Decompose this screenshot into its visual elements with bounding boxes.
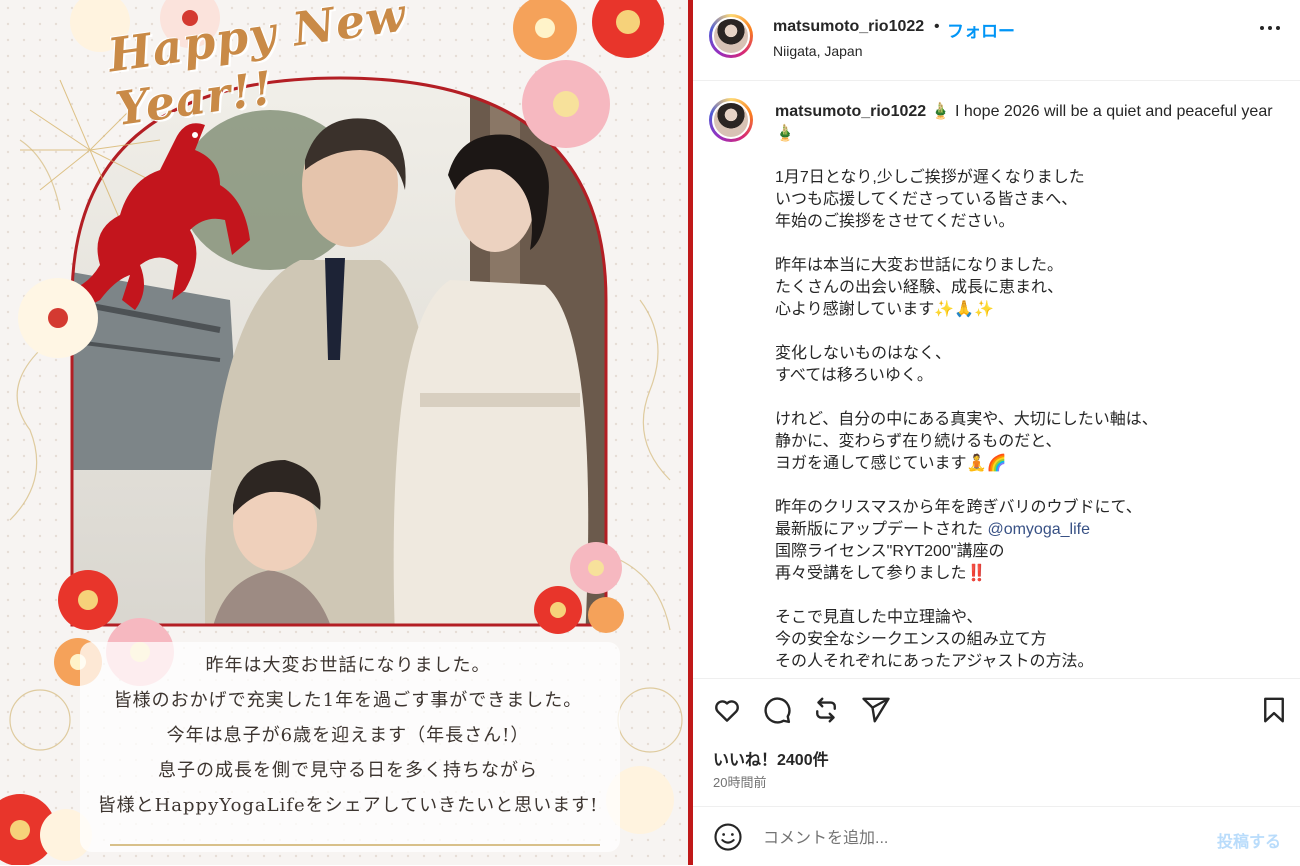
card-message: 昨年は大変お世話になりました。 皆様のおかげで充実した1年を過ごす事ができました…	[78, 648, 618, 848]
heart-icon[interactable]	[712, 695, 744, 727]
post-image[interactable]: Happy New Year!! 昨年は大変お世話になりました。 皆様のおかげで…	[0, 0, 688, 865]
caption-line: たくさんの出会い経験、成長に恵まれ、	[775, 279, 1064, 296]
mention-link[interactable]: @omyoga_life	[987, 521, 1090, 538]
caption-line: 1月7日となり,少しご挨拶が遅くなりました	[775, 169, 1085, 186]
comment-icon[interactable]	[762, 695, 794, 727]
bookmark-icon[interactable]	[1259, 695, 1291, 727]
caption-username[interactable]: matsumoto_rio1022	[775, 103, 926, 120]
caption-line: 変化しないものはなく、	[775, 345, 952, 362]
comment-input[interactable]	[761, 826, 1205, 852]
caption-line: 静かに、変わらず在り続けるものだと、	[775, 433, 1062, 450]
author-avatar[interactable]	[709, 14, 753, 58]
post-timestamp[interactable]: 20時間前	[713, 772, 766, 791]
caption-divider	[693, 678, 1300, 679]
card-line: 皆様のおかげで充実した1年を過ごす事ができました。	[113, 690, 583, 711]
caption-line: その人それぞれにあったアジャストの方法。	[775, 653, 1094, 670]
more-options-icon[interactable]	[1258, 16, 1282, 46]
caption-line: 年始のご挨拶をさせてください。	[775, 213, 1015, 230]
caption-line: 国際ライセンス"RYT200"講座の	[775, 543, 1005, 560]
caption-line: 昨年は本当に大変お世話になりました。	[775, 257, 1064, 274]
card-line: 皆様とHappyYogaLifeをシェアしていきたいと思います!	[97, 795, 599, 816]
share-icon[interactable]	[811, 695, 843, 727]
card-line: 今年は息子が6歳を迎えます（年長さん!）	[166, 725, 530, 746]
post-comment-button[interactable]: 投稿する	[1217, 828, 1281, 852]
emoji-icon[interactable]	[713, 822, 743, 852]
post-side-panel: matsumoto_rio1022 • フォロー Niigata, Japan …	[693, 0, 1300, 866]
caption-line: すべては移ろいゆく。	[775, 367, 933, 384]
caption-line: 再々受講をして参りました‼️	[775, 565, 987, 582]
caption-line: そこで見直した中立理論や、	[775, 609, 983, 626]
caption-line: ヨガを通して感じています🧘🌈	[775, 455, 1007, 472]
caption-line: 心より感謝しています✨🙏✨	[775, 301, 994, 318]
post-location[interactable]: Niigata, Japan	[773, 43, 863, 59]
caption-line: いつも応援してくださっている皆さまへ、	[775, 191, 1078, 208]
caption-avatar[interactable]	[709, 98, 753, 142]
post-caption: matsumoto_rio1022 🎍 I hope 2026 will be …	[775, 101, 1275, 695]
card-line: 昨年は大変お世話になりました。	[205, 655, 491, 676]
caption-line: 今の安全なシークエンスの組み立て方	[775, 631, 1047, 648]
send-icon[interactable]	[861, 695, 893, 727]
header-separator: •	[934, 18, 940, 35]
comment-divider	[693, 806, 1300, 807]
author-username[interactable]: matsumoto_rio1022	[773, 18, 924, 36]
caption-line: 最新版にアップデートされた	[775, 521, 988, 538]
likes-count[interactable]: いいね！2400件	[713, 746, 829, 770]
follow-button[interactable]: フォロー	[947, 17, 1015, 42]
card-line: 息子の成長を側で見守る日を多く持ちながら	[158, 760, 538, 781]
header-divider	[693, 80, 1300, 81]
caption-line: けれど、自分の中にある真実や、大切にしたい軸は、	[775, 411, 1158, 428]
caption-line: 昨年のクリスマスから年を跨ぎバリのウブドにて、	[775, 499, 1142, 516]
